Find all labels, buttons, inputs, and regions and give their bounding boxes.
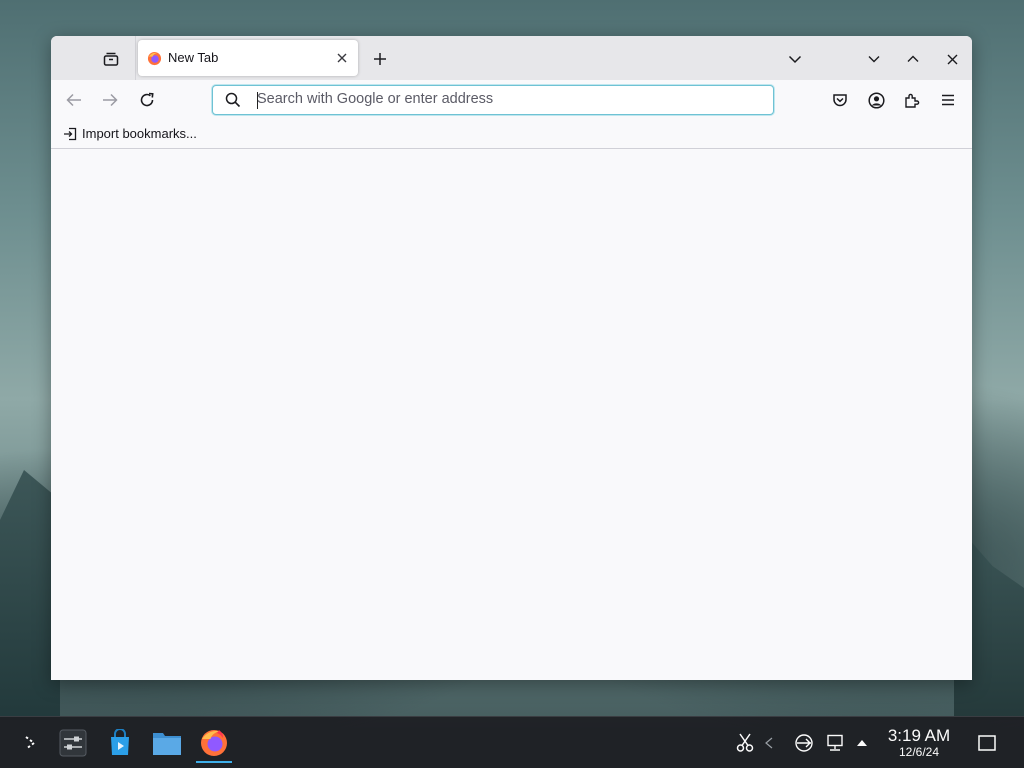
minimize-button[interactable] <box>863 48 885 70</box>
system-settings-taskbar-icon[interactable] <box>58 728 88 758</box>
browser-window: New Tab Search with Google or enter addr… <box>51 36 972 680</box>
back-button[interactable] <box>63 89 85 111</box>
clock-date: 12/6/24 <box>898 745 940 759</box>
pocket-icon <box>833 94 847 107</box>
chevron-up-icon <box>907 55 919 62</box>
display-icon[interactable] <box>823 731 847 755</box>
pocket-button[interactable] <box>829 89 851 111</box>
clock[interactable]: 3:19 AM 12/6/24 <box>884 726 954 760</box>
show-desktop-button[interactable] <box>975 731 999 755</box>
discover-store-taskbar-icon[interactable] <box>105 728 135 758</box>
arrow-right-icon <box>103 93 118 107</box>
application-launcher-button[interactable] <box>16 730 44 756</box>
firefox-icon <box>147 51 162 66</box>
hamburger-menu-icon <box>942 94 954 106</box>
list-all-tabs-button[interactable] <box>784 48 806 70</box>
account-button[interactable] <box>865 89 887 111</box>
tab-bar: New Tab <box>51 36 972 80</box>
volume-icon[interactable] <box>762 733 776 753</box>
text-caret <box>257 92 258 109</box>
close-window-button[interactable] <box>941 48 963 70</box>
account-icon <box>867 91 885 109</box>
tab-overview-area <box>51 36 136 80</box>
taskbar: 3:19 AM 12/6/24 <box>0 716 1024 768</box>
firefox-taskbar-icon[interactable] <box>196 725 232 763</box>
navigation-toolbar <box>51 80 972 120</box>
search-icon <box>225 92 241 108</box>
tab-new-tab[interactable]: New Tab <box>138 40 358 76</box>
bookmarks-toolbar: Import bookmarks... <box>51 120 972 149</box>
url-bar[interactable] <box>212 85 774 115</box>
reload-button[interactable] <box>136 89 158 111</box>
show-desktop-icon <box>978 735 996 751</box>
new-tab-button[interactable] <box>369 48 391 70</box>
arrow-left-icon <box>66 93 81 107</box>
launcher-icon <box>25 736 36 750</box>
chevron-down-icon <box>788 55 802 64</box>
tab-overview-icon[interactable] <box>101 49 121 69</box>
tab-close-icon[interactable] <box>332 48 352 68</box>
scissors-icon[interactable] <box>734 731 756 755</box>
import-bookmarks-button[interactable]: Import bookmarks... <box>63 126 197 141</box>
plus-icon <box>374 53 386 65</box>
url-input[interactable] <box>257 89 757 109</box>
reload-icon <box>140 92 154 107</box>
close-icon <box>947 54 957 64</box>
chevron-down-icon <box>868 56 880 63</box>
network-icon[interactable] <box>792 731 816 755</box>
clock-time: 3:19 AM <box>887 726 951 745</box>
file-manager-taskbar-icon[interactable] <box>150 728 184 758</box>
tab-title: New Tab <box>168 50 219 65</box>
puzzle-icon <box>904 93 919 108</box>
app-menu-button[interactable] <box>937 89 959 111</box>
extensions-button[interactable] <box>901 89 923 111</box>
system-tray-expand-icon[interactable] <box>853 733 871 753</box>
maximize-button[interactable] <box>902 48 924 70</box>
page-content[interactable] <box>51 149 972 680</box>
import-icon <box>64 127 77 140</box>
forward-button[interactable] <box>99 89 121 111</box>
import-bookmarks-label: Import bookmarks... <box>82 126 197 141</box>
